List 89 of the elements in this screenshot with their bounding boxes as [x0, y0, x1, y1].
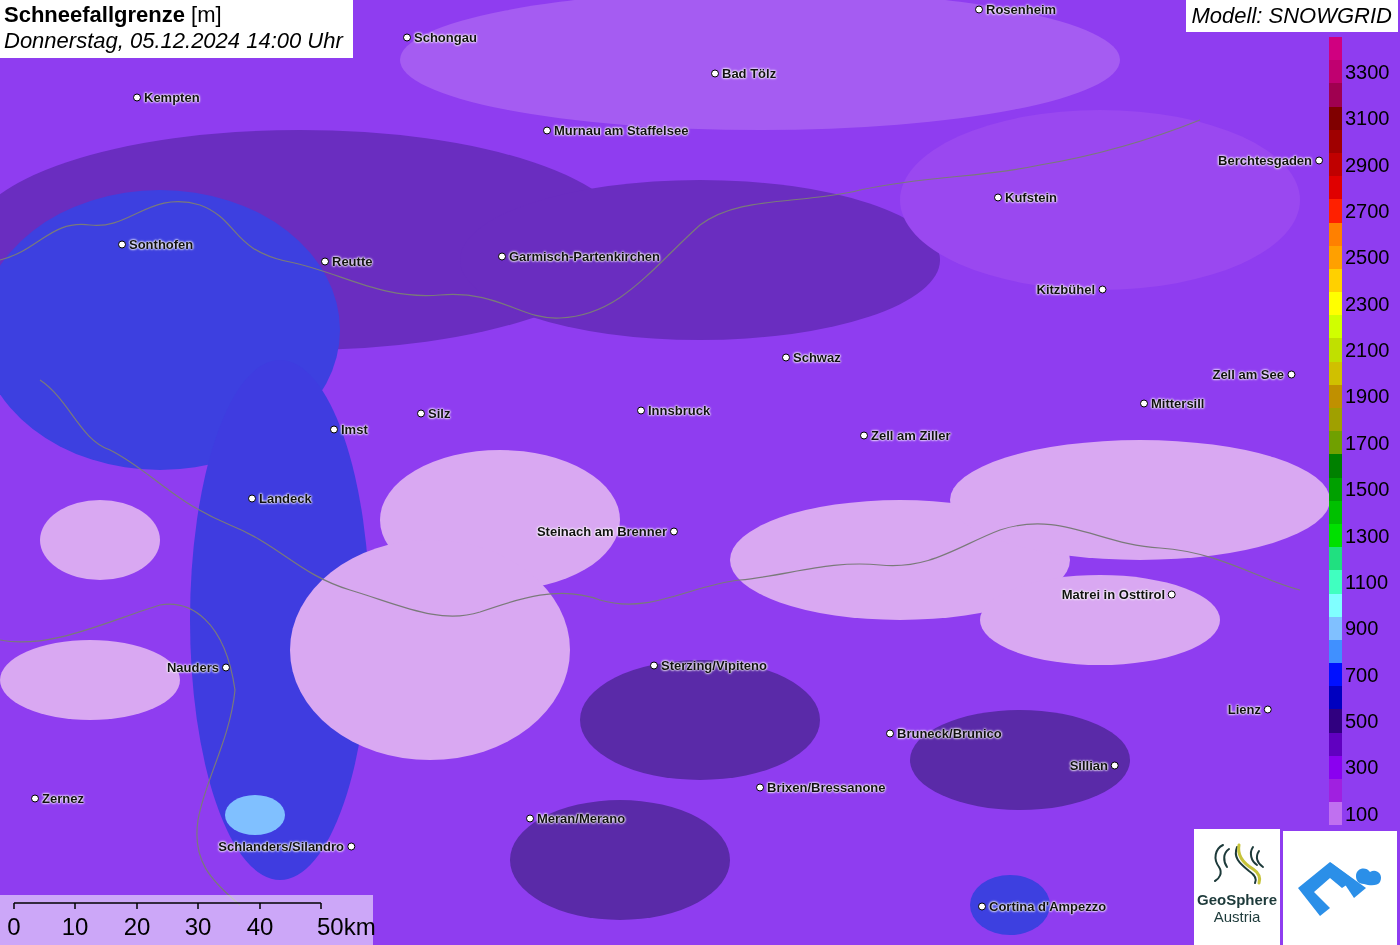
location-dot-icon	[248, 494, 256, 502]
legend-label: 1300	[1344, 525, 1390, 546]
location-dot-icon	[637, 406, 645, 414]
city-label: Sterzing/Vipiteno	[661, 657, 767, 673]
city-label: Kufstein	[1005, 189, 1057, 205]
logo-text: Austria	[1213, 908, 1261, 925]
location-dot-icon	[650, 661, 658, 669]
city-label: Bad Tölz	[722, 65, 777, 81]
city-label: Cortina d'Ampezzo	[989, 898, 1107, 914]
legend-label: 2900	[1344, 154, 1390, 175]
scale-label: 30	[184, 913, 212, 941]
location-dot-icon	[330, 425, 338, 433]
city-label: Matrei in Osttirol	[1061, 586, 1165, 602]
legend-label: 100	[1344, 803, 1379, 824]
location-dot-icon	[1168, 590, 1176, 598]
legend-label: 2100	[1344, 340, 1390, 361]
legend-label: 2700	[1344, 200, 1390, 221]
model-label: Modell: SNOWGRID	[1185, 0, 1398, 32]
legend-label: 2300	[1344, 293, 1390, 314]
location-dot-icon	[670, 527, 678, 535]
legend-label: 1900	[1344, 386, 1390, 407]
location-dot-icon	[1264, 705, 1272, 713]
city-label: Zernez	[42, 790, 84, 806]
scale-label: 10	[61, 913, 89, 941]
scale-label: 20	[123, 913, 151, 941]
legend-label: 1700	[1344, 432, 1390, 453]
location-dot-icon	[1315, 156, 1323, 164]
city-label: Rosenheim	[986, 1, 1057, 17]
location-dot-icon	[526, 814, 534, 822]
location-dot-icon	[978, 902, 986, 910]
city-label: Berchtesgaden	[1218, 152, 1312, 168]
scale-label: 40	[246, 913, 274, 941]
city-label: Reutte	[332, 253, 373, 269]
legend-label: 900	[1344, 618, 1379, 639]
city-label: Sonthofen	[129, 236, 194, 252]
legend-label: 300	[1344, 757, 1379, 778]
city-label: Schongau	[414, 29, 477, 45]
city-label: Bruneck/Brunico	[897, 725, 1002, 741]
location-dot-icon	[498, 252, 506, 260]
location-dot-icon	[133, 93, 141, 101]
location-dot-icon	[1140, 399, 1148, 407]
location-dot-icon	[543, 126, 551, 134]
legend-label: 3300	[1344, 61, 1390, 82]
location-dot-icon	[403, 33, 411, 41]
location-dot-icon	[1111, 761, 1119, 769]
city-label: Murnau am Staffelsee	[554, 122, 689, 138]
logo-text: GeoSphere	[1197, 891, 1277, 908]
location-dot-icon	[222, 663, 230, 671]
city-label: Innsbruck	[648, 402, 711, 418]
city-label: Imst	[341, 421, 368, 437]
city-label: Garmisch-Partenkirchen	[509, 248, 660, 264]
location-dot-icon	[975, 5, 983, 13]
city-label: Lienz	[1227, 701, 1261, 717]
location-dot-icon	[756, 783, 764, 791]
scale-label: 0	[7, 913, 21, 941]
legend-label: 2500	[1344, 247, 1390, 268]
location-dot-icon	[347, 842, 355, 850]
city-label: Kempten	[144, 89, 200, 105]
location-dot-icon	[860, 431, 868, 439]
legend-label: 1100	[1344, 571, 1388, 592]
location-dot-icon	[417, 409, 425, 417]
city-label: Mittersill	[1151, 395, 1205, 411]
city-label: Meran/Merano	[537, 810, 626, 826]
city-label: Steinach am Brenner	[536, 523, 667, 539]
city-label: Zell am Ziller	[871, 427, 951, 443]
city-label: Schwaz	[793, 349, 841, 365]
city-label: Brixen/Bressanone	[767, 779, 886, 795]
legend-label: 700	[1344, 664, 1379, 685]
location-dot-icon	[1098, 285, 1106, 293]
city-label: Silz	[428, 405, 451, 421]
location-dot-icon	[31, 794, 39, 802]
legend-label: 1500	[1344, 479, 1390, 500]
map-title: Schneefallgrenze [m]	[4, 2, 223, 28]
location-dot-icon	[1287, 370, 1295, 378]
city-label: Kitzbühel	[1036, 281, 1095, 297]
location-dot-icon	[994, 193, 1002, 201]
location-dot-icon	[118, 240, 126, 248]
city-label: Landeck	[259, 490, 312, 506]
forecast-datetime: Donnerstag, 05.12.2024 14:00 Uhr	[4, 28, 343, 54]
location-dot-icon	[886, 729, 894, 737]
legend-label: 500	[1344, 711, 1379, 732]
city-label: Sillian	[1069, 757, 1108, 773]
location-dot-icon	[321, 257, 329, 265]
location-dot-icon	[711, 69, 719, 77]
legend-label: 3100	[1344, 108, 1390, 129]
location-dot-icon	[782, 353, 790, 361]
city-label: Schlanders/Silandro	[218, 838, 344, 854]
scale-label: 50km	[317, 913, 376, 941]
city-label: Zell am See	[1212, 366, 1284, 382]
